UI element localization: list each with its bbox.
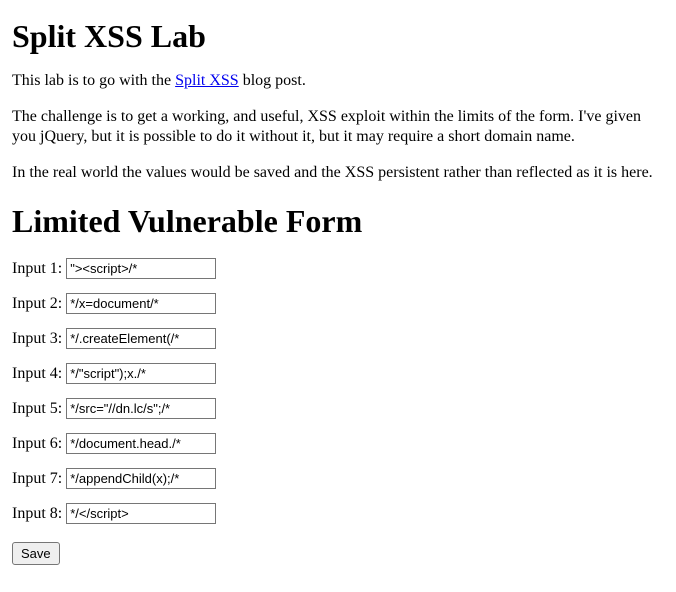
input-3-field[interactable] (66, 328, 216, 349)
input-4-field[interactable] (66, 363, 216, 384)
intro-suffix: blog post. (239, 72, 306, 89)
note-paragraph: In the real world the values would be sa… (12, 163, 664, 183)
form-row-8: Input 8: (12, 503, 664, 524)
form-row-4: Input 4: (12, 363, 664, 384)
form-row-1: Input 1: (12, 258, 664, 279)
intro-paragraph: This lab is to go with the Split XSS blo… (12, 71, 664, 91)
split-xss-link[interactable]: Split XSS (175, 72, 239, 89)
form-row-5: Input 5: (12, 398, 664, 419)
input-1-field[interactable] (66, 258, 216, 279)
input-8-field[interactable] (66, 503, 216, 524)
form-heading: Limited Vulnerable Form (12, 203, 664, 240)
input-8-label: Input 8: (12, 505, 62, 523)
input-3-label: Input 3: (12, 330, 62, 348)
input-7-field[interactable] (66, 468, 216, 489)
form-row-2: Input 2: (12, 293, 664, 314)
form-row-7: Input 7: (12, 468, 664, 489)
input-7-label: Input 7: (12, 470, 62, 488)
input-2-field[interactable] (66, 293, 216, 314)
challenge-paragraph: The challenge is to get a working, and u… (12, 107, 664, 147)
input-4-label: Input 4: (12, 365, 62, 383)
save-button[interactable]: Save (12, 542, 60, 565)
input-6-label: Input 6: (12, 435, 62, 453)
input-5-label: Input 5: (12, 400, 62, 418)
input-5-field[interactable] (66, 398, 216, 419)
form-row-3: Input 3: (12, 328, 664, 349)
form-row-6: Input 6: (12, 433, 664, 454)
input-1-label: Input 1: (12, 260, 62, 278)
input-2-label: Input 2: (12, 295, 62, 313)
intro-prefix: This lab is to go with the (12, 72, 175, 89)
input-6-field[interactable] (66, 433, 216, 454)
page-title: Split XSS Lab (12, 18, 664, 55)
